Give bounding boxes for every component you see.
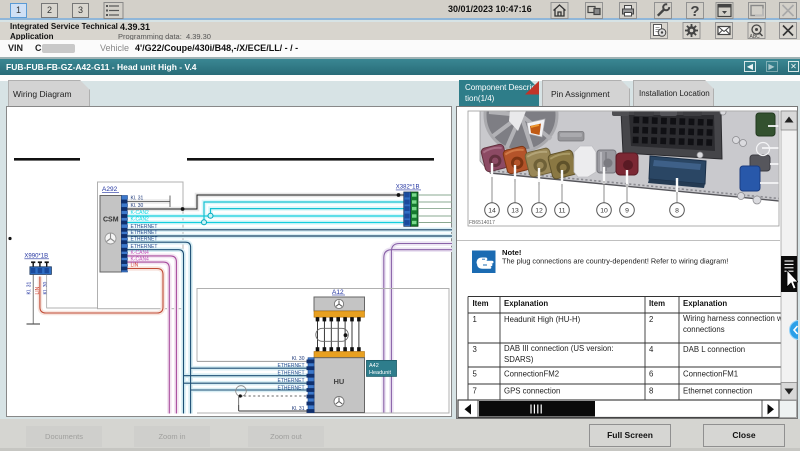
svg-text:3: 3 <box>473 345 477 354</box>
svg-text:SDARS): SDARS) <box>504 355 534 364</box>
svg-text:ETHERNET: ETHERNET <box>278 363 305 369</box>
svg-text:ETHERNET: ETHERNET <box>278 385 305 391</box>
svg-text:CSM: CSM <box>103 217 119 224</box>
svg-text:GPS connection: GPS connection <box>504 387 560 396</box>
svg-text:Kl. 30: Kl. 30 <box>43 281 49 294</box>
svg-text:A292: A292 <box>102 186 118 193</box>
svg-text:7: 7 <box>473 387 477 396</box>
svg-text:ConnectionFM2: ConnectionFM2 <box>504 370 559 379</box>
svg-text:ConnectionFM1: ConnectionFM1 <box>683 370 738 379</box>
svg-text:Ethernet connection: Ethernet connection <box>683 387 752 396</box>
svg-text:13: 13 <box>511 208 519 215</box>
svg-text:Item: Item <box>473 299 489 308</box>
svg-text:ABC: ABC <box>750 34 761 40</box>
svg-text:2: 2 <box>649 315 653 324</box>
svg-text:1: 1 <box>473 315 477 324</box>
svg-text:10: 10 <box>600 208 608 215</box>
svg-text:14: 14 <box>488 208 496 215</box>
svg-text:K-CAN2: K-CAN2 <box>131 210 150 216</box>
svg-text:K-CAN2: K-CAN2 <box>131 217 150 223</box>
svg-text:DAB L connection: DAB L connection <box>683 345 745 354</box>
svg-text:8: 8 <box>675 208 679 215</box>
svg-text:Kl. 30: Kl. 30 <box>292 356 305 362</box>
svg-text:Kl. 30: Kl. 30 <box>131 203 144 209</box>
svg-text:Item: Item <box>649 299 665 308</box>
svg-text:ETHERNET: ETHERNET <box>278 371 305 377</box>
svg-text:connections: connections <box>683 325 725 334</box>
svg-text:ETHERNET: ETHERNET <box>278 378 305 384</box>
svg-text:HU: HU <box>334 377 345 386</box>
svg-text:LIN: LIN <box>35 286 41 294</box>
svg-text:Explanation: Explanation <box>683 299 727 308</box>
svg-text:9: 9 <box>625 208 629 215</box>
svg-text:Wiring harness connection w: Wiring harness connection w <box>683 314 783 323</box>
svg-text:The plug connections are count: The plug connections are country-depende… <box>502 257 728 266</box>
svg-text:ETHERNET: ETHERNET <box>131 224 158 230</box>
svg-text:DAB III connection (US version: DAB III connection (US version: <box>504 344 614 353</box>
svg-text:6: 6 <box>649 370 653 379</box>
svg-text:?: ? <box>690 3 699 20</box>
svg-text:Headunit: Headunit <box>369 370 391 376</box>
svg-text:Explanation: Explanation <box>504 299 548 308</box>
svg-text:Kl. 31: Kl. 31 <box>27 281 33 294</box>
svg-text:ETHERNET: ETHERNET <box>131 244 158 250</box>
svg-text:K-CAN4: K-CAN4 <box>131 250 150 256</box>
svg-text:Kl. 31: Kl. 31 <box>131 196 144 202</box>
svg-text:12: 12 <box>535 208 543 215</box>
svg-text:A42: A42 <box>369 363 379 369</box>
svg-text:FB6514017: FB6514017 <box>469 220 495 226</box>
svg-text:ETHERNET: ETHERNET <box>131 230 158 236</box>
svg-text:LIN: LIN <box>131 263 139 269</box>
svg-text:4: 4 <box>649 345 654 354</box>
svg-text:ETHERNET: ETHERNET <box>131 236 158 242</box>
svg-text:5: 5 <box>473 370 478 379</box>
svg-text:K-CAN4: K-CAN4 <box>131 256 150 262</box>
svg-text:11: 11 <box>558 208 565 215</box>
svg-text:8: 8 <box>649 387 653 396</box>
svg-text:Headunit High (HU-H): Headunit High (HU-H) <box>504 315 581 324</box>
